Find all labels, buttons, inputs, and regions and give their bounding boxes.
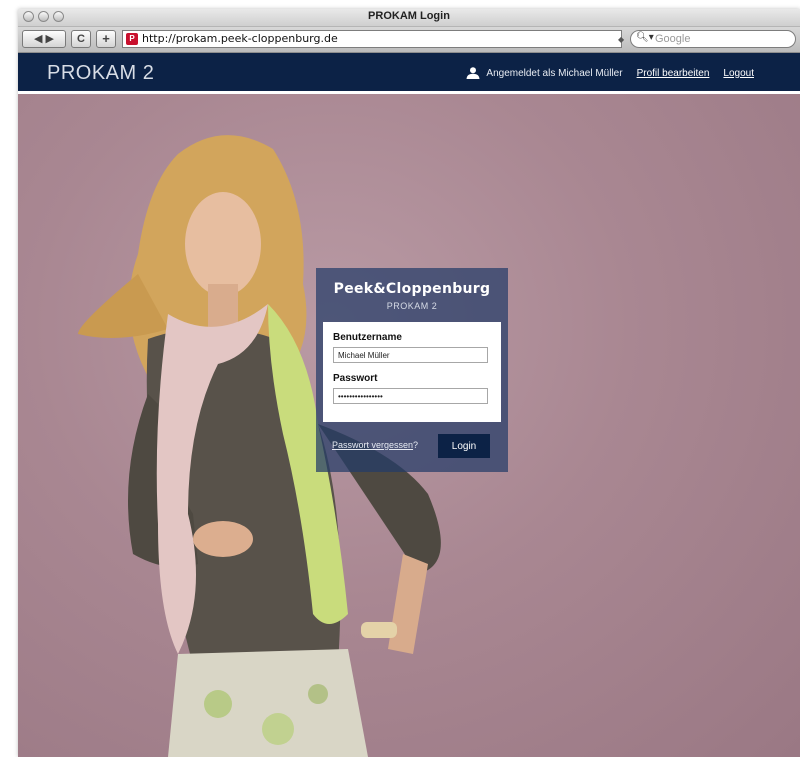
search-field[interactable]: 🔍︎▾ Google bbox=[630, 30, 796, 48]
forgot-password-suffix: ? bbox=[413, 440, 419, 450]
add-bookmark-button[interactable]: + bbox=[96, 30, 116, 48]
username-label: Benutzername bbox=[333, 332, 402, 343]
snapback-icon[interactable]: ◆ bbox=[618, 35, 624, 44]
username-field[interactable] bbox=[333, 347, 488, 363]
app-logo: PROKAM 2 bbox=[47, 62, 155, 84]
login-form: Benutzername Passwort bbox=[323, 322, 501, 422]
forgot-password: Passwort vergessen? bbox=[332, 440, 418, 450]
search-placeholder: Google bbox=[655, 33, 691, 45]
plus-icon: + bbox=[102, 31, 110, 46]
back-forward-button[interactable]: ◀ ▶ bbox=[22, 30, 66, 48]
user-icon bbox=[466, 67, 480, 79]
url-text: http://prokam.peek-cloppenburg.de bbox=[142, 32, 338, 45]
forgot-password-link[interactable]: Passwort vergessen bbox=[332, 440, 413, 450]
user-area: Angemeldet als Michael Müller Profil bea… bbox=[466, 67, 754, 79]
window-title: PROKAM Login bbox=[368, 10, 450, 22]
browser-toolbar: ◀ ▶ C + P http://prokam.peek-cloppenburg… bbox=[18, 27, 800, 53]
browser-window: PROKAM Login ◀ ▶ C + P http://prokam.pee… bbox=[18, 9, 800, 757]
back-forward-icon: ◀ ▶ bbox=[34, 33, 54, 45]
brand-logo: Peek&Cloppenburg bbox=[333, 281, 491, 297]
login-button[interactable]: Login bbox=[438, 434, 490, 458]
address-bar[interactable]: P http://prokam.peek-cloppenburg.de bbox=[122, 30, 622, 48]
reload-icon: C bbox=[77, 33, 85, 45]
app-header: PROKAM 2 Angemeldet als Michael Müller P… bbox=[18, 53, 800, 94]
reload-button[interactable]: C bbox=[71, 30, 91, 48]
logged-in-status: Angemeldet als Michael Müller bbox=[486, 67, 623, 79]
login-panel: Peek&Cloppenburg PROKAM 2 Benutzername P… bbox=[316, 268, 508, 472]
favicon-icon: P bbox=[126, 33, 138, 45]
search-icon: 🔍︎▾ bbox=[636, 32, 654, 43]
title-bar: PROKAM Login bbox=[18, 9, 800, 27]
hero-image: Peek&Cloppenburg PROKAM 2 Benutzername P… bbox=[18, 94, 800, 757]
brand-subtitle: PROKAM 2 bbox=[386, 301, 438, 311]
password-field[interactable] bbox=[333, 388, 488, 404]
edit-profile-link[interactable]: Profil bearbeiten bbox=[637, 68, 710, 79]
logout-link[interactable]: Logout bbox=[723, 68, 754, 79]
password-label: Passwort bbox=[333, 373, 378, 384]
